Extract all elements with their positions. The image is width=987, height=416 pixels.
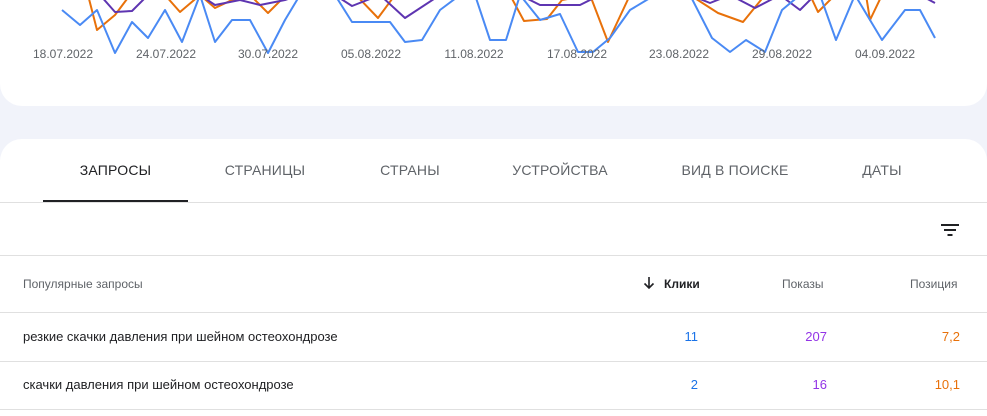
- x-tick-label: 05.08.2022: [340, 47, 402, 61]
- x-tick-label: 18.07.2022: [32, 47, 94, 61]
- x-tick-label: 30.07.2022: [237, 47, 299, 61]
- table-header: Популярные запросы Клики Показы Позиция: [0, 257, 987, 313]
- x-tick-label: 11.08.2022: [444, 47, 504, 61]
- arrow-down-icon[interactable]: [643, 276, 655, 290]
- column-header-impressions[interactable]: Показы: [782, 277, 823, 291]
- queries-table-card: ЗАПРОСЫ СТРАНИЦЫ СТРАНЫ УСТРОЙСТВА ВИД В…: [0, 139, 987, 416]
- column-header-position[interactable]: Позиция: [910, 277, 957, 291]
- position-line: [88, 0, 881, 43]
- table-row[interactable]: скачки давления при шейном остеохондрозе…: [0, 362, 987, 410]
- column-header-clicks[interactable]: Клики: [664, 277, 700, 291]
- filter-icon[interactable]: [938, 219, 962, 241]
- report-tabs: ЗАПРОСЫ СТРАНИЦЫ СТРАНЫ УСТРОЙСТВА ВИД В…: [0, 139, 987, 203]
- x-tick-label: 29.08.2022: [751, 47, 813, 61]
- performance-chart-card: 18.07.2022 24.07.2022 30.07.2022 05.08.2…: [0, 0, 987, 106]
- query-cell[interactable]: скачки давления при шейном остеохондрозе: [23, 377, 294, 392]
- tab-dates[interactable]: ДАТЫ: [837, 139, 927, 203]
- table-toolbar: [0, 204, 987, 256]
- position-cell: 7,2: [941, 329, 960, 344]
- tab-devices[interactable]: УСТРОЙСТВА: [495, 139, 625, 203]
- tab-queries[interactable]: ЗАПРОСЫ: [43, 139, 188, 203]
- column-header-query[interactable]: Популярные запросы: [23, 277, 143, 291]
- x-tick-label: 23.08.2022: [648, 47, 710, 61]
- clicks-cell: 2: [690, 377, 698, 392]
- clicks-cell: 11: [684, 329, 699, 344]
- table-row[interactable]: резкие скачки давления при шейном остеох…: [0, 314, 987, 362]
- active-tab-indicator: [43, 200, 188, 202]
- impressions-cell: 16: [812, 377, 827, 392]
- clicks-line: [61, 0, 936, 54]
- x-tick-label: 24.07.2022: [135, 47, 197, 61]
- position-cell: 10,1: [934, 377, 960, 392]
- query-cell[interactable]: резкие скачки давления при шейном остеох…: [23, 329, 338, 344]
- x-tick-label: 17.08.2022: [546, 47, 608, 61]
- tab-countries[interactable]: СТРАНЫ: [355, 139, 465, 203]
- impressions-cell: 207: [805, 329, 827, 344]
- tab-search-appearance[interactable]: ВИД В ПОИСКЕ: [665, 139, 805, 203]
- x-tick-label: 04.09.2022: [854, 47, 916, 61]
- tab-pages[interactable]: СТРАНИЦЫ: [200, 139, 330, 203]
